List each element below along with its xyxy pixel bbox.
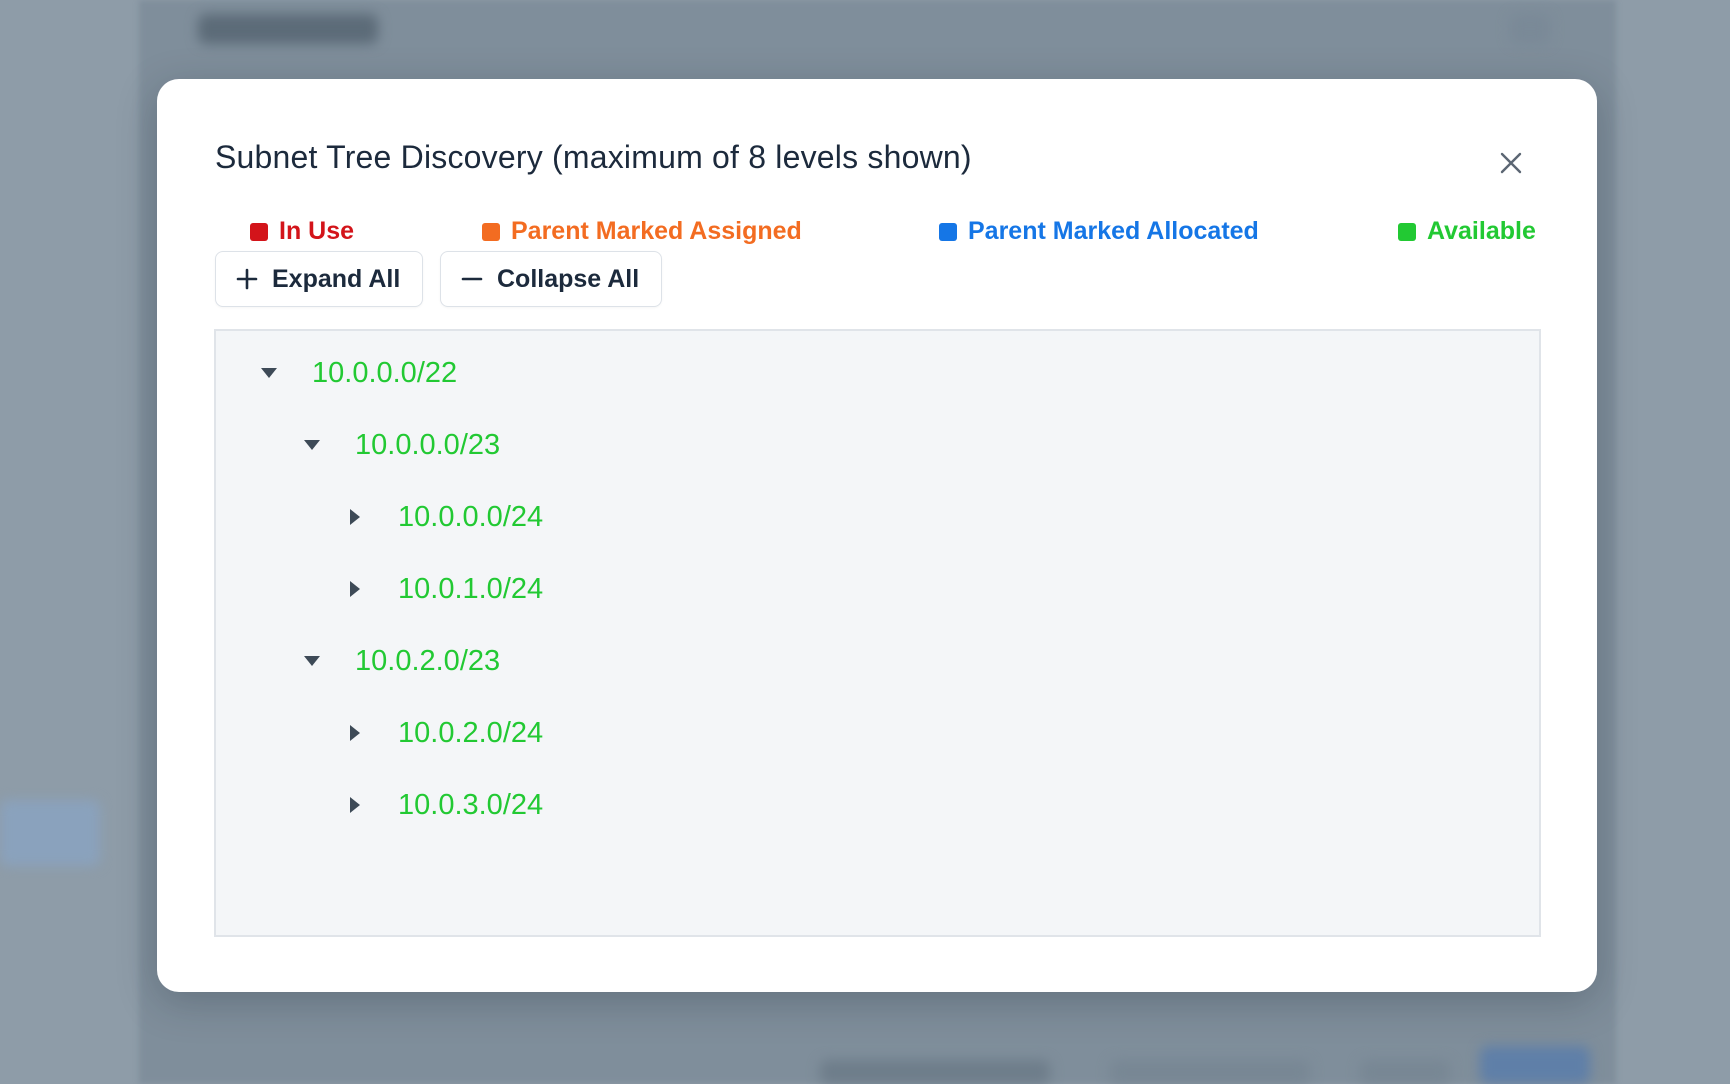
legend-label: In Use [279, 217, 355, 245]
subnet-tree: 10.0.0.0/22 10.0.0.0/23 10.0.0.0/24 10.0… [214, 329, 1541, 937]
caret-down-icon[interactable] [301, 434, 323, 456]
tree-node-label: 10.0.3.0/24 [398, 788, 544, 821]
legend-parent-marked-assigned: Parent Marked Assigned [482, 217, 802, 246]
tree-node[interactable]: 10.0.2.0/23 [301, 641, 500, 681]
caret-right-icon[interactable] [344, 506, 366, 528]
background-title [198, 14, 378, 44]
expand-all-label: Expand All [272, 264, 401, 293]
legend-swatch [250, 222, 268, 241]
close-button[interactable] [1493, 145, 1529, 181]
tree-node-label: 10.0.0.0/22 [312, 356, 458, 389]
tree-node-label: 10.0.0.0/24 [398, 500, 544, 533]
tree-node[interactable]: 10.0.0.0/23 [301, 425, 500, 465]
expand-all-button[interactable]: Expand All [215, 251, 424, 307]
legend-swatch [939, 222, 957, 241]
background-footer-button [1480, 1046, 1590, 1084]
tree-node-label: 10.0.0.0/23 [355, 428, 501, 461]
tree-node-label: 10.0.2.0/23 [355, 644, 501, 677]
tree-node[interactable]: 10.0.2.0/24 [344, 713, 543, 753]
caret-right-icon[interactable] [344, 578, 366, 600]
dialog-title: Subnet Tree Discovery (maximum of 8 leve… [215, 139, 972, 175]
background-corner [1510, 14, 1550, 44]
legend-label: Parent Marked Allocated [968, 217, 1259, 245]
caret-down-icon[interactable] [301, 650, 323, 672]
close-icon [1500, 152, 1522, 174]
caret-down-icon[interactable] [258, 362, 280, 384]
tree-node[interactable]: 10.0.1.0/24 [344, 569, 543, 609]
legend-available: Available [1398, 217, 1536, 246]
tree-node[interactable]: 10.0.0.0/22 [258, 353, 457, 393]
caret-right-icon[interactable] [344, 794, 366, 816]
minus-icon [461, 277, 483, 281]
tree-node[interactable]: 10.0.3.0/24 [344, 785, 543, 825]
legend-label: Parent Marked Assigned [511, 217, 802, 245]
tree-node[interactable]: 10.0.0.0/24 [344, 497, 543, 537]
legend-swatch [482, 222, 500, 241]
legend-parent-marked-allocated: Parent Marked Allocated [939, 217, 1259, 246]
legend-swatch [1398, 222, 1416, 241]
background-footer-text [1360, 1060, 1450, 1084]
legend-label: Available [1427, 217, 1536, 245]
plus-icon [236, 268, 258, 290]
collapse-all-label: Collapse All [497, 264, 640, 293]
tree-node-label: 10.0.1.0/24 [398, 572, 544, 605]
background-footer-text [820, 1060, 1050, 1084]
background-footer-text [1110, 1060, 1310, 1084]
caret-right-icon[interactable] [344, 722, 366, 744]
subnet-tree-dialog: Subnet Tree Discovery (maximum of 8 leve… [157, 79, 1597, 992]
legend-in-use: In Use [250, 217, 354, 246]
background-sidebar-item [0, 800, 100, 866]
tree-node-label: 10.0.2.0/24 [398, 716, 544, 749]
collapse-all-button[interactable]: Collapse All [440, 251, 663, 307]
